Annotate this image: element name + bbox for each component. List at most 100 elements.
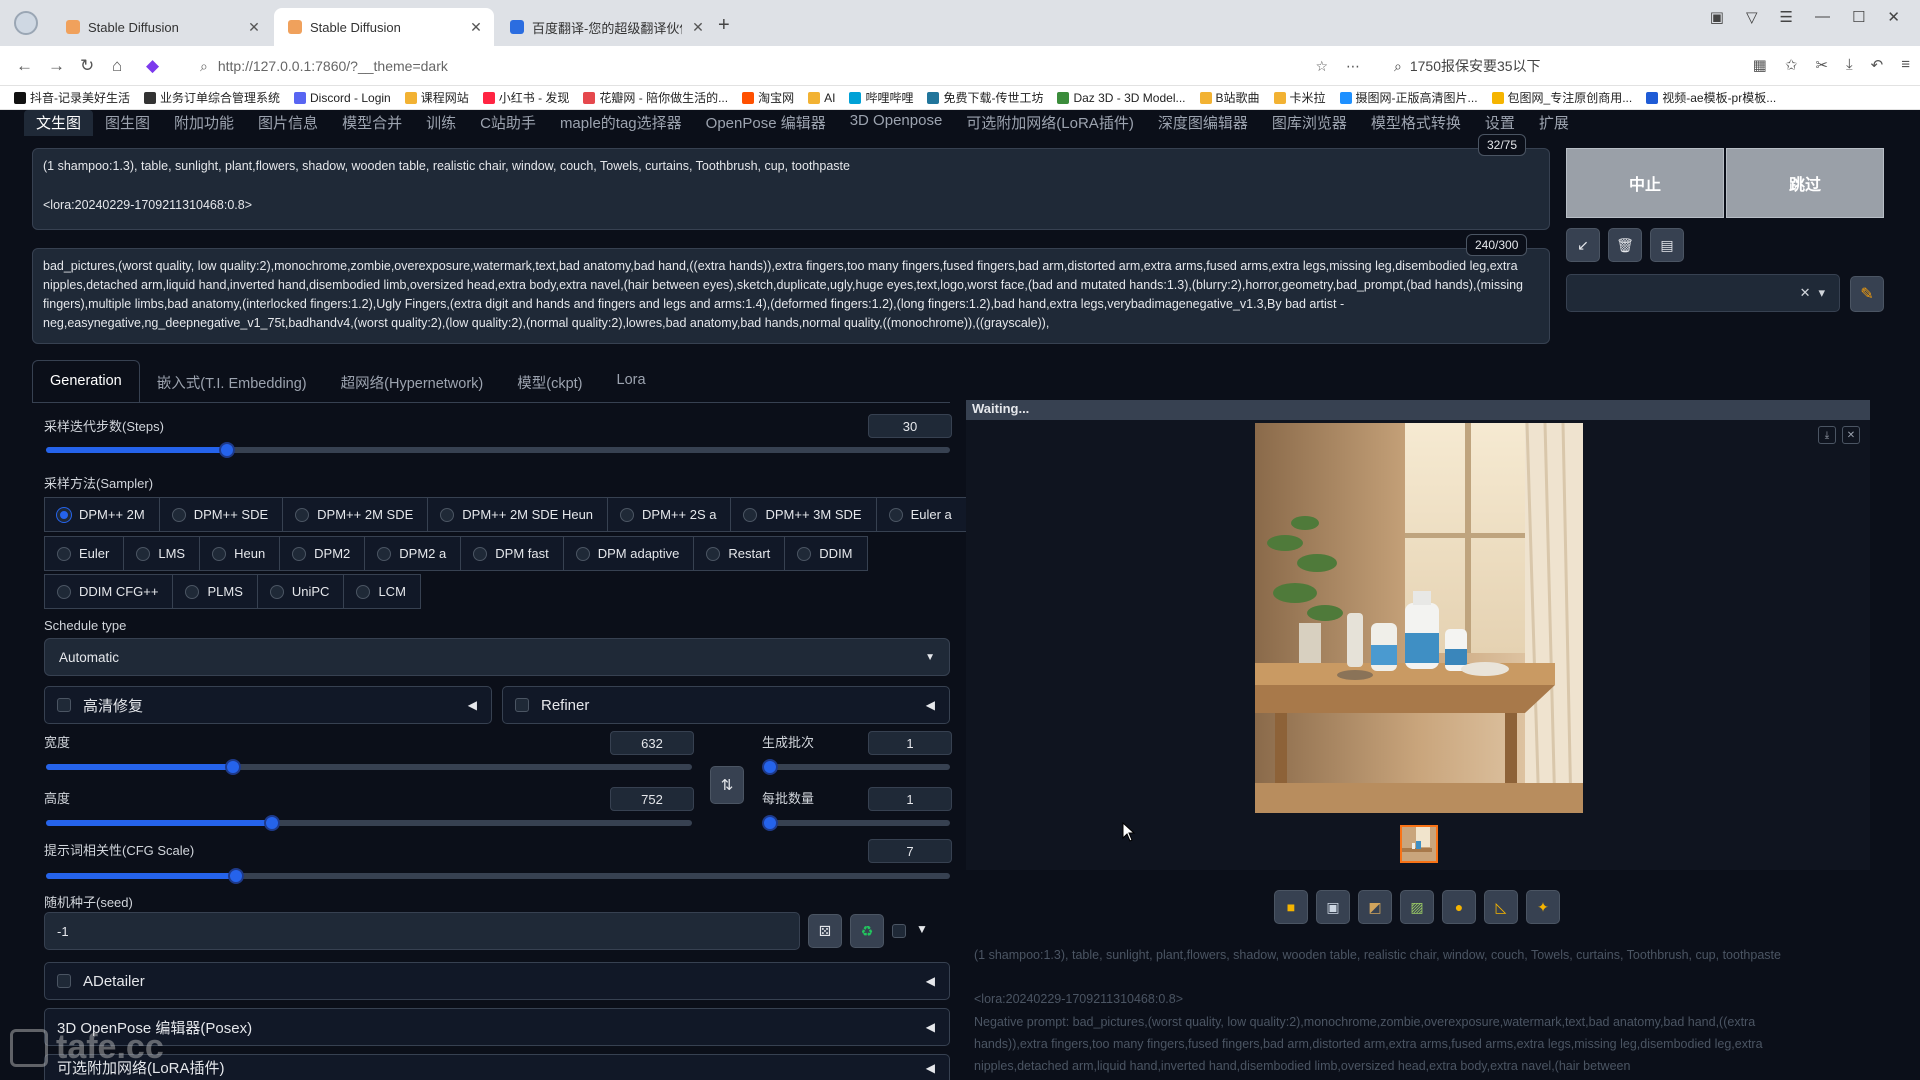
batch-size-slider[interactable]	[762, 815, 950, 831]
bookmark-item[interactable]: 哔哩哔哩	[849, 89, 913, 106]
hires-fix-checkbox[interactable]	[57, 698, 71, 712]
refiner-checkbox[interactable]	[515, 698, 529, 712]
close-tab-icon[interactable]: ✕	[468, 19, 484, 36]
extra-seed-toggle-icon[interactable]: ▼	[916, 922, 928, 936]
bookmark-item[interactable]: 课程网站	[404, 89, 469, 106]
back-icon[interactable]: ←	[16, 56, 33, 76]
steps-input[interactable]: 30	[868, 414, 952, 438]
bookmark-item[interactable]: 免费下载-传世工坊	[927, 89, 1043, 106]
refiner-accordion[interactable]: Refiner ◀	[502, 686, 950, 724]
home-icon[interactable]: ⌂	[112, 56, 122, 76]
scissors-icon[interactable]: ✂	[1815, 56, 1828, 74]
nav-tab-openpose-editor[interactable]: OpenPose 编辑器	[694, 110, 838, 136]
sampler-option[interactable]: DPM adaptive	[562, 536, 695, 571]
nav-tab-depth-editor[interactable]: 深度图编辑器	[1146, 110, 1260, 136]
bookmark-item[interactable]: B站歌曲	[1199, 89, 1260, 106]
apply-style-button[interactable]: ▤	[1650, 228, 1684, 262]
bookmark-item[interactable]: 视频-ae模板-pr模板...	[1646, 89, 1776, 106]
nav-tab-png-info[interactable]: 图片信息	[246, 110, 330, 136]
bookmark-item[interactable]: Daz 3D - 3D Model...	[1057, 91, 1186, 105]
sampler-option[interactable]: DPM++ 2S a	[607, 497, 732, 532]
clear-prompt-button[interactable]: 🗑	[1608, 228, 1642, 262]
download-image-icon[interactable]: ⤓	[1818, 426, 1836, 444]
minimize-icon[interactable]: —	[1815, 8, 1830, 26]
open-folder-button[interactable]: ■	[1274, 890, 1308, 924]
window-list-icon[interactable]: ☰	[1780, 8, 1793, 26]
nav-tab-merge[interactable]: 模型合并	[330, 110, 414, 136]
bookmark-item[interactable]: 卡米拉	[1273, 89, 1326, 106]
sampler-option[interactable]: DPM2	[279, 536, 366, 571]
batch-size-input[interactable]: 1	[868, 787, 952, 811]
send-to-img2img-button[interactable]: ▨	[1400, 890, 1434, 924]
slider-handle[interactable]	[227, 868, 244, 884]
close-image-icon[interactable]: ✕	[1842, 426, 1860, 444]
clear-selection-icon[interactable]: ✕	[1800, 285, 1811, 301]
undo-icon[interactable]: ↶	[1871, 56, 1884, 74]
nav-tab-lora-addon[interactable]: 可选附加网络(LoRA插件)	[954, 110, 1146, 136]
sampler-option[interactable]: Heun	[199, 536, 281, 571]
adetailer-checkbox[interactable]	[57, 974, 71, 988]
sampler-option[interactable]: LMS	[123, 536, 201, 571]
nav-tab-gallery[interactable]: 图库浏览器	[1260, 110, 1359, 136]
cfg-slider[interactable]	[46, 868, 950, 884]
collapse-arrow-icon[interactable]: ◀	[468, 698, 477, 712]
browser-tab-2[interactable]: Stable Diffusion ✕	[274, 8, 494, 46]
generated-image[interactable]	[1255, 423, 1583, 813]
skip-button[interactable]: 跳过	[1726, 148, 1884, 218]
close-tab-icon[interactable]: ✕	[690, 19, 706, 36]
send-to-inpaint-button[interactable]: ●	[1442, 890, 1476, 924]
nav-tab-extras[interactable]: 附加功能	[162, 110, 246, 136]
tab-textual-inversion[interactable]: 嵌入式(T.I. Embedding)	[140, 360, 324, 402]
extra-seed-checkbox[interactable]	[892, 924, 906, 938]
nav-tab-3d-openpose[interactable]: 3D Openpose	[838, 110, 955, 136]
url-field[interactable]: ⌕ http://127.0.0.1:7860/?__theme=dark ☆ …	[192, 52, 1372, 80]
sampler-option[interactable]: DPM2 a	[364, 536, 462, 571]
bookmark-item[interactable]: 业务订单综合管理系统	[144, 89, 280, 106]
sampler-option[interactable]: Euler	[44, 536, 125, 571]
adetailer-accordion[interactable]: ADetailer ◀	[44, 962, 950, 1000]
sampler-option[interactable]: Euler a	[875, 497, 967, 532]
window-menu-icon[interactable]: ▽	[1746, 8, 1758, 26]
bookmark-item[interactable]: Discord - Login	[294, 91, 391, 105]
batch-count-input[interactable]: 1	[868, 731, 952, 755]
download-icon[interactable]: ⤓	[1846, 56, 1853, 74]
height-slider[interactable]	[46, 815, 692, 831]
posex-accordion[interactable]: 3D OpenPose 编辑器(Posex) ◀	[44, 1008, 950, 1046]
collapse-arrow-icon[interactable]: ◀	[926, 1020, 935, 1034]
tab-hypernetwork[interactable]: 超网络(Hypernetwork)	[324, 360, 501, 402]
batch-count-slider[interactable]	[762, 759, 950, 775]
bookmark-item[interactable]: 淘宝网	[742, 89, 794, 106]
bookmark-item[interactable]: 摄图网-正版高清图片...	[1339, 89, 1478, 106]
nav-tab-tag-selector[interactable]: maple的tag选择器	[548, 110, 694, 136]
window-pin-icon[interactable]: ▣	[1710, 8, 1724, 26]
width-slider[interactable]	[46, 759, 692, 775]
negative-prompt-textarea[interactable]: bad_pictures,(worst quality, low quality…	[32, 248, 1550, 344]
tab-checkpoint[interactable]: 模型(ckpt)	[500, 360, 599, 402]
close-window-icon[interactable]: ✕	[1887, 8, 1900, 26]
close-tab-icon[interactable]: ✕	[246, 19, 262, 36]
lora-addon-accordion[interactable]: 可选附加网络(LoRA插件) ◀	[44, 1054, 950, 1080]
maximize-icon[interactable]: ☐	[1852, 8, 1865, 26]
slider-handle[interactable]	[264, 815, 281, 831]
swap-dimensions-button[interactable]: ⇅	[710, 766, 744, 804]
ai-assistant-icon[interactable]: ◆	[146, 56, 159, 76]
upscale-button[interactable]: ✦	[1526, 890, 1560, 924]
slider-handle[interactable]	[762, 759, 778, 775]
bookmark-item[interactable]: 小红书 - 发现	[482, 89, 569, 106]
more-icon[interactable]: ⋯	[1346, 58, 1360, 75]
send-to-extras-button[interactable]: ◺	[1484, 890, 1518, 924]
cfg-input[interactable]: 7	[868, 839, 952, 863]
sampler-option[interactable]: DPM++ 2M	[44, 497, 160, 532]
sampler-option[interactable]: DPM++ SDE	[158, 497, 284, 532]
gallery-thumbnail[interactable]	[1400, 825, 1438, 863]
prompt-textarea[interactable]: (1 shampoo:1.3), table, sunlight, plant,…	[32, 148, 1550, 230]
nav-tab-civitai-helper[interactable]: C站助手	[468, 110, 548, 136]
hires-fix-accordion[interactable]: 高清修复 ◀	[44, 686, 492, 724]
save-button[interactable]: ▣	[1316, 890, 1350, 924]
read-params-button[interactable]: ↙	[1566, 228, 1600, 262]
sampler-option[interactable]: DPM fast	[460, 536, 564, 571]
sampler-option[interactable]: UniPC	[256, 574, 345, 609]
reload-icon[interactable]: ↻	[80, 56, 94, 76]
new-tab-icon[interactable]: +	[718, 14, 730, 37]
bookmark-item[interactable]: AI	[808, 91, 835, 105]
